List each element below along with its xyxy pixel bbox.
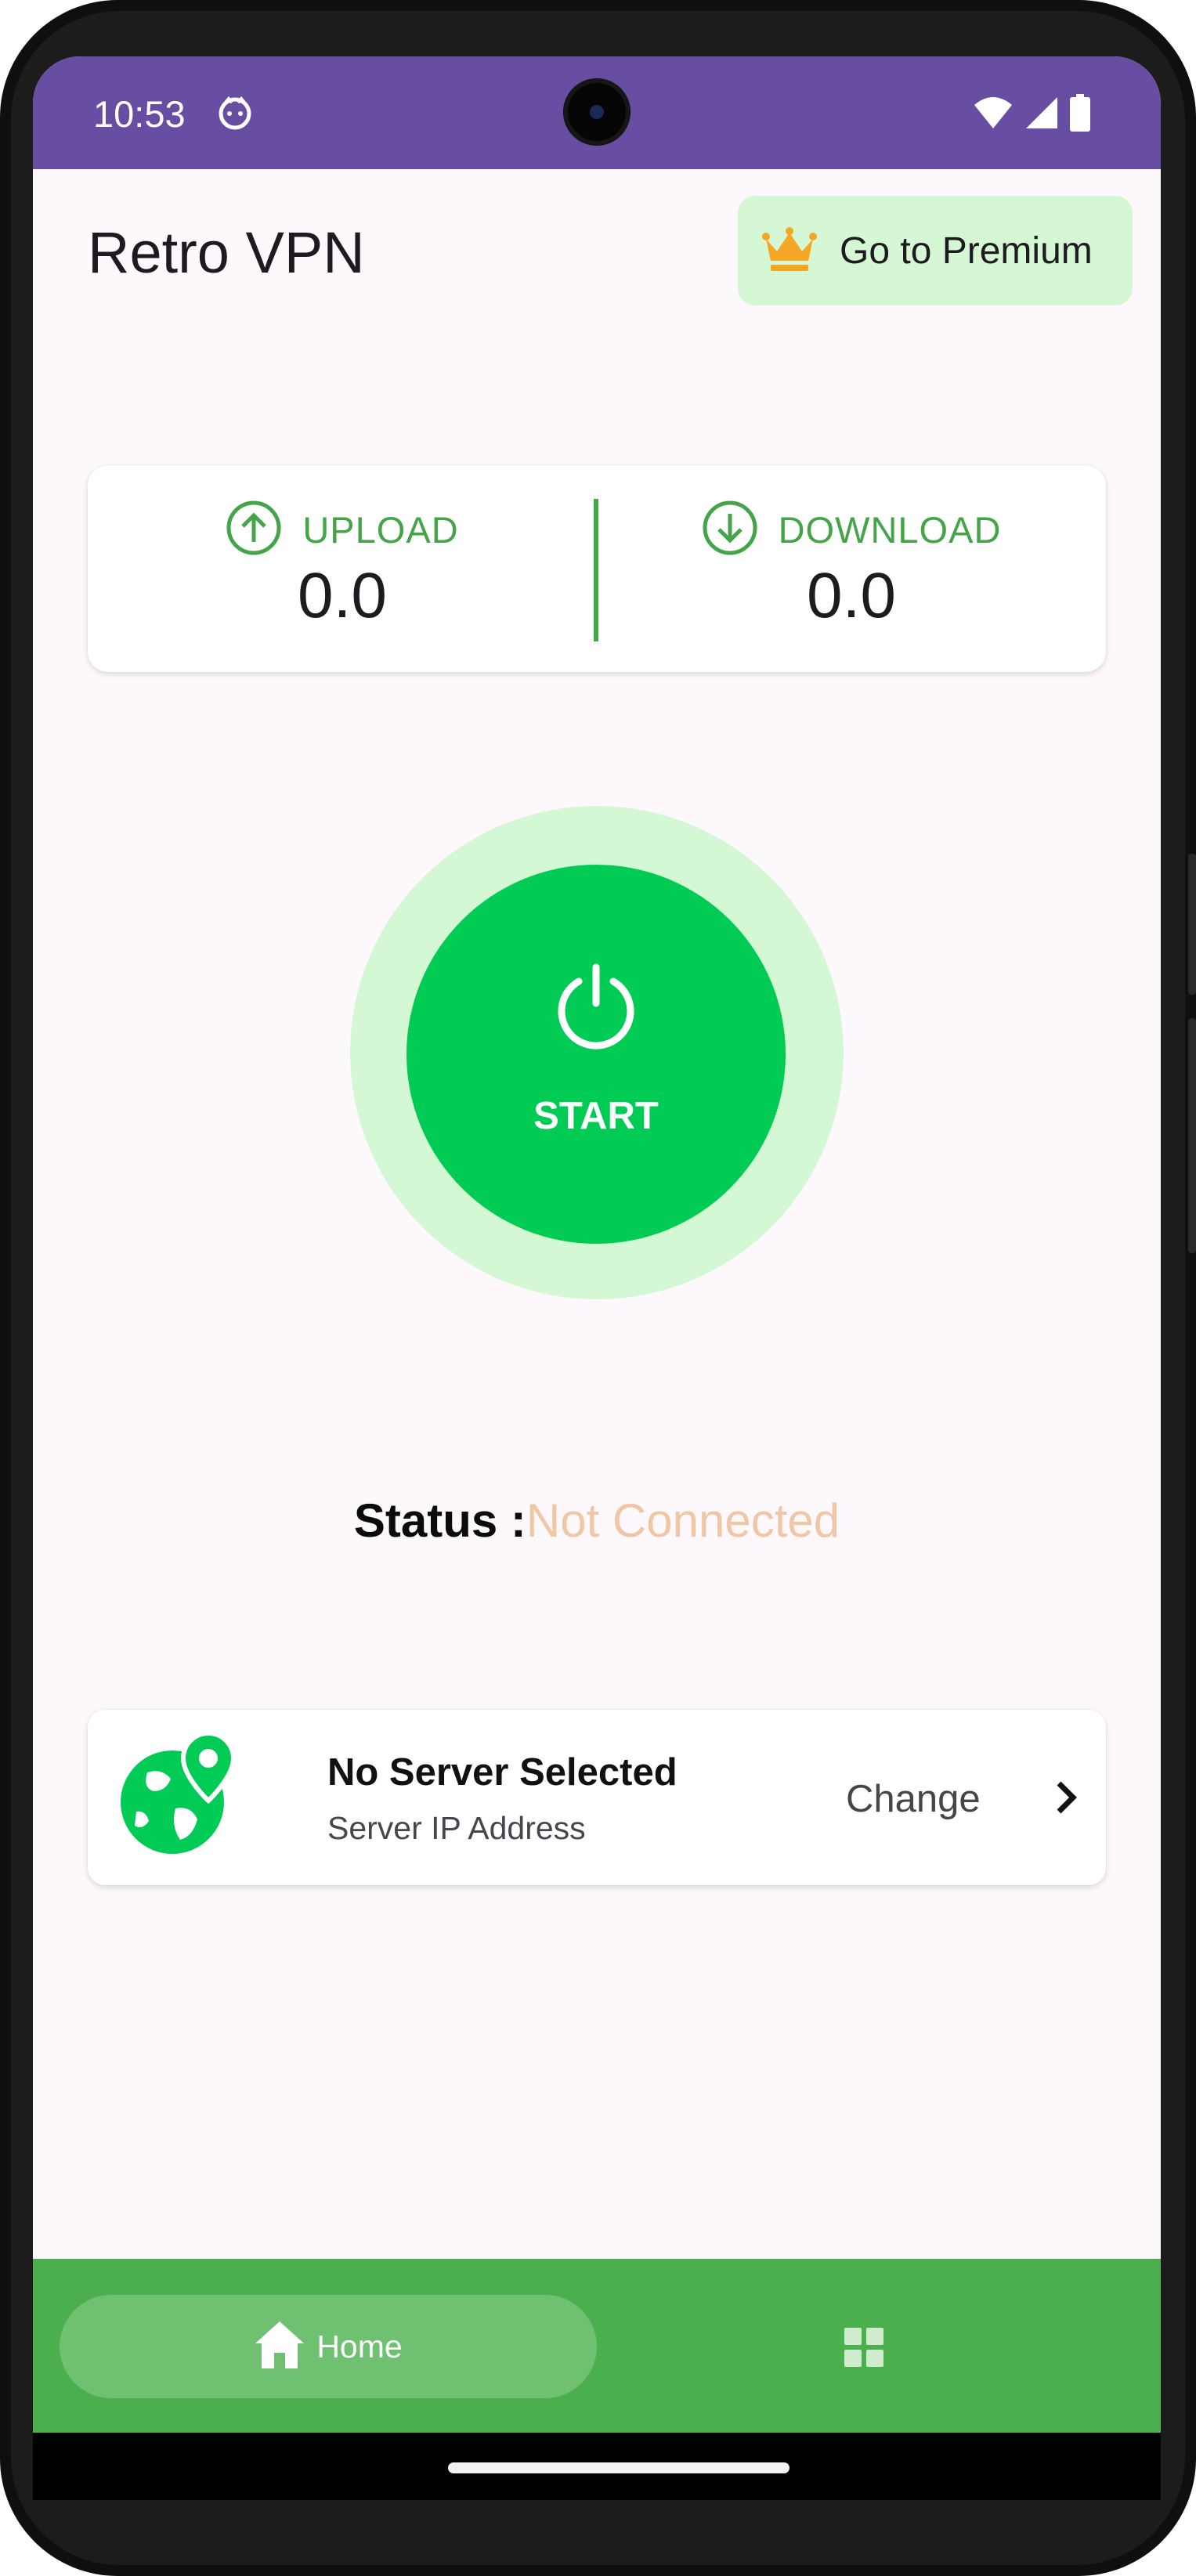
side-button xyxy=(1188,1018,1196,1253)
download-stat: DOWNLOAD 0.0 xyxy=(597,465,1106,672)
upload-label: UPLOAD xyxy=(302,509,459,551)
device-frame: 10:53 Retro VPN Go to Premium UPLOAD 0.0… xyxy=(0,0,1196,2576)
server-selector-card[interactable]: No Server Selected Server IP Address Cha… xyxy=(88,1710,1106,1885)
home-icon xyxy=(254,2320,305,2374)
change-server-link[interactable]: Change xyxy=(846,1777,981,1821)
nav-home-tab[interactable]: Home xyxy=(60,2295,597,2398)
go-to-premium-button[interactable]: Go to Premium xyxy=(738,196,1133,305)
chevron-right-icon[interactable] xyxy=(1050,1777,1081,1822)
bottom-navigation: Home xyxy=(33,2259,1161,2433)
download-label: DOWNLOAD xyxy=(778,509,1002,551)
gesture-area xyxy=(33,2433,1161,2500)
status-icons xyxy=(973,94,1090,135)
download-value: 0.0 xyxy=(807,560,896,631)
side-button xyxy=(1188,854,1196,995)
battery-icon xyxy=(1070,94,1090,135)
gesture-handle[interactable] xyxy=(448,2462,790,2473)
status-key: Status : xyxy=(353,1494,526,1547)
wifi-icon xyxy=(973,96,1014,134)
power-icon xyxy=(552,963,640,1054)
crown-icon xyxy=(761,225,818,277)
app-title: Retro VPN xyxy=(88,220,365,285)
stats-divider xyxy=(594,499,598,641)
status-value: Not Connected xyxy=(526,1494,840,1547)
server-name: No Server Selected xyxy=(327,1751,677,1794)
upload-value: 0.0 xyxy=(298,560,387,631)
status-bar: 10:53 xyxy=(33,56,1161,169)
start-button[interactable]: START xyxy=(406,865,786,1244)
upload-stat: UPLOAD 0.0 xyxy=(88,465,597,672)
nav-home-label: Home xyxy=(316,2328,403,2365)
start-label: START xyxy=(533,1095,659,1137)
server-ip-label: Server IP Address xyxy=(327,1810,586,1846)
front-camera xyxy=(563,78,631,146)
premium-label: Go to Premium xyxy=(840,229,1093,272)
status-time: 10:53 xyxy=(93,93,186,135)
connection-status: Status :Not Connected xyxy=(33,1494,1161,1548)
upload-icon xyxy=(226,500,282,560)
globe-pin-icon xyxy=(116,1730,251,1862)
grid-icon[interactable] xyxy=(844,2328,883,2371)
screen: 10:53 Retro VPN Go to Premium UPLOAD 0.0… xyxy=(33,56,1161,2500)
signal-icon xyxy=(1024,96,1059,134)
download-icon xyxy=(702,500,758,560)
face-icon xyxy=(218,96,252,134)
